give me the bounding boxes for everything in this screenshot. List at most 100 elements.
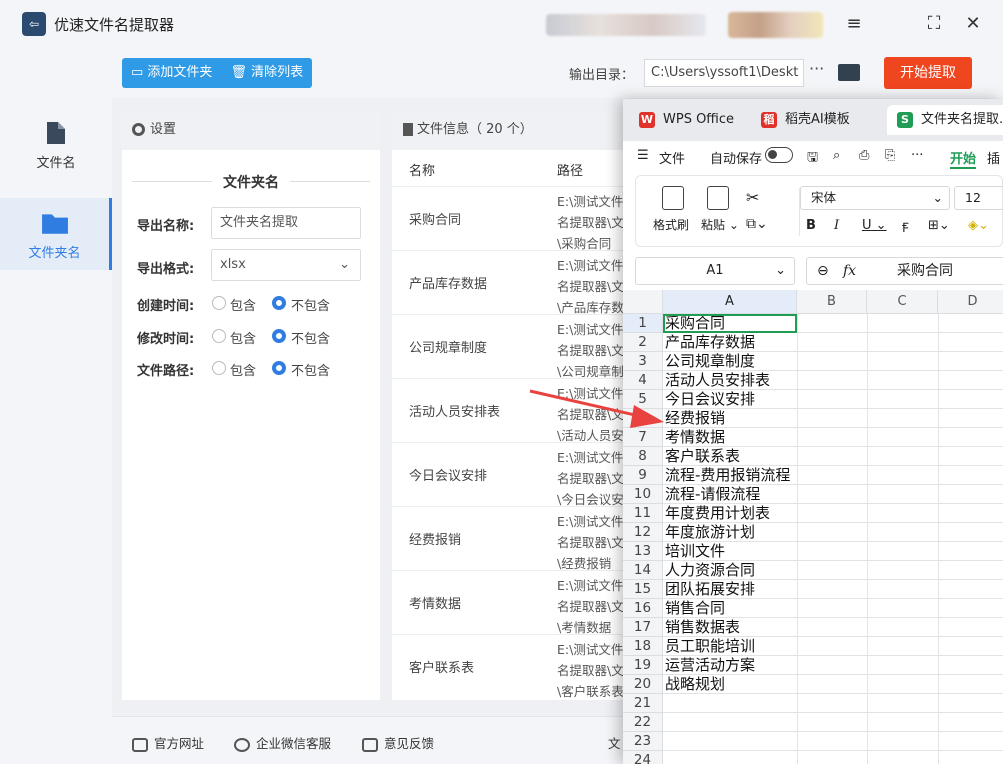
tab-docer-templates[interactable]: 稻 稻壳AI模板	[751, 105, 881, 135]
row-header[interactable]: 15	[623, 580, 663, 599]
row-header[interactable]: 1	[623, 314, 663, 333]
row-header[interactable]: 7	[623, 428, 663, 447]
menu-file[interactable]: 文件	[659, 148, 685, 167]
table-row[interactable]: 采购合同 E:\测试文件 名提取器\文 \采购合同	[392, 186, 632, 251]
export-format-select[interactable]: xlsx ⌄	[211, 249, 361, 281]
more-options-button[interactable]: ···	[809, 59, 824, 78]
row-header[interactable]: 21	[623, 694, 663, 713]
pin-icon[interactable]: ⌕	[833, 148, 840, 163]
menu-icon[interactable]: ≡	[840, 10, 868, 38]
row-header[interactable]: 20	[623, 675, 663, 694]
export-name-input[interactable]: 文件夹名提取	[211, 207, 361, 239]
spreadsheet-grid[interactable]: A B C D 1 采购合同 2 产品库存数据 3 公司规章制度 4 活动人员安排表 5 今日会议安排 6 经…	[623, 290, 1003, 764]
row-header[interactable]: 2	[623, 333, 663, 352]
cell-a5[interactable]: 今日会议安排	[663, 390, 797, 409]
cell-a7[interactable]: 考情数据	[663, 428, 797, 447]
fx-icon[interactable]: fx	[843, 258, 856, 284]
table-row[interactable]: 考情数据 E:\测试文件 名提取器\文 \考情数据	[392, 570, 632, 635]
clear-list-button[interactable]: 🗑 清除列表	[221, 58, 312, 88]
row-header[interactable]: 14	[623, 561, 663, 580]
row-header[interactable]: 11	[623, 504, 663, 523]
row-header[interactable]: 23	[623, 732, 663, 751]
close-icon[interactable]: ✕	[959, 10, 987, 38]
underline-button[interactable]: U ⌄	[862, 218, 887, 233]
row-header[interactable]: 16	[623, 599, 663, 618]
format-painter-button[interactable]: 格式刷	[653, 216, 689, 233]
modified-include-radio[interactable]	[212, 329, 226, 343]
row-header[interactable]: 10	[623, 485, 663, 504]
tab-insert[interactable]: 插	[987, 148, 1000, 167]
column-header-a[interactable]: A	[663, 290, 797, 314]
maximize-icon[interactable]: ⛶	[920, 10, 948, 38]
paste-icon[interactable]	[707, 186, 729, 210]
borders-icon[interactable]: ⊞⌄	[928, 218, 950, 233]
cell-a20[interactable]: 战略规划	[663, 675, 797, 694]
feedback-link[interactable]: 意见反馈	[362, 733, 434, 752]
cell-a8[interactable]: 客户联系表	[663, 447, 797, 466]
table-row[interactable]: 公司规章制度 E:\测试文件 名提取器\文 \公司规章制	[392, 314, 632, 379]
table-row[interactable]: 活动人员安排表 E:\测试文件 名提取器\文 \活动人员安	[392, 378, 632, 443]
cell-a17[interactable]: 销售数据表	[663, 618, 797, 637]
cell-a9[interactable]: 流程-费用报销流程	[663, 466, 797, 485]
cell-a11[interactable]: 年度费用计划表	[663, 504, 797, 523]
row-header[interactable]: 5	[623, 390, 663, 409]
cell-a19[interactable]: 运营活动方案	[663, 656, 797, 675]
column-header-c[interactable]: C	[867, 290, 938, 314]
output-dir-input[interactable]: C:\Users\yssoft1\Deskt	[644, 59, 804, 87]
save-icon[interactable]: 🖫	[807, 148, 818, 170]
blurred-user-avatar[interactable]	[728, 12, 823, 38]
paste-button[interactable]: 粘贴 ⌄	[701, 216, 739, 233]
cell-a13[interactable]: 培训文件	[663, 542, 797, 561]
zoom-icon[interactable]: ⊖	[817, 258, 829, 284]
cell-a18[interactable]: 员工职能培训	[663, 637, 797, 656]
more-menu-button[interactable]: ···	[911, 148, 923, 163]
cell-a10[interactable]: 流程-请假流程	[663, 485, 797, 504]
select-all-corner[interactable]	[623, 290, 663, 314]
column-header-b[interactable]: B	[797, 290, 867, 314]
font-name-select[interactable]: 宋体 ⌄	[800, 186, 950, 210]
table-row[interactable]: 客户联系表 E:\测试文件 名提取器\文 \客户联系表	[392, 634, 632, 699]
website-link[interactable]: 官方网址	[132, 733, 204, 752]
open-folder-icon[interactable]	[838, 64, 860, 81]
print-icon[interactable]: ⎙	[859, 148, 869, 163]
formula-bar[interactable]: ⊖ fx 采购合同	[806, 257, 1003, 285]
cell-a4[interactable]: 活动人员安排表	[663, 371, 797, 390]
row-header[interactable]: 19	[623, 656, 663, 675]
row-header[interactable]: 3	[623, 352, 663, 371]
created-exclude-radio[interactable]	[272, 296, 286, 310]
sidebar-item-filename[interactable]: 文件名	[0, 108, 112, 180]
row-header[interactable]: 22	[623, 713, 663, 732]
row-header[interactable]: 18	[623, 637, 663, 656]
cell-a14[interactable]: 人力资源合同	[663, 561, 797, 580]
fill-color-icon[interactable]: ◈⌄	[968, 218, 989, 233]
tab-home[interactable]: 开始	[950, 148, 977, 169]
format-painter-icon[interactable]	[662, 186, 684, 210]
row-header[interactable]: 6	[623, 409, 663, 428]
column-header-d[interactable]: D	[938, 290, 1003, 314]
add-folder-button[interactable]: ▭ 添加文件夹	[122, 58, 221, 88]
italic-button[interactable]: I	[834, 218, 839, 233]
wechat-service-link[interactable]: 企业微信客服	[234, 733, 331, 752]
cell-a2[interactable]: 产品库存数据	[663, 333, 797, 352]
table-row[interactable]: 经费报销 E:\测试文件 名提取器\文 \经费报销	[392, 506, 632, 571]
tab-wps-office[interactable]: W WPS Office	[629, 105, 747, 135]
created-include-radio[interactable]	[212, 296, 226, 310]
copy-icon[interactable]: ⧉⌄	[746, 216, 768, 232]
strikethrough-icon[interactable]: Ꞙ	[902, 218, 909, 236]
cell-a15[interactable]: 团队拓展安排	[663, 580, 797, 599]
row-header[interactable]: 9	[623, 466, 663, 485]
row-header[interactable]: 4	[623, 371, 663, 390]
modified-exclude-radio[interactable]	[272, 329, 286, 343]
cell-a16[interactable]: 销售合同	[663, 599, 797, 618]
row-header[interactable]: 17	[623, 618, 663, 637]
row-header[interactable]: 8	[623, 447, 663, 466]
hamburger-icon[interactable]: ☰	[637, 148, 649, 163]
row-header[interactable]: 13	[623, 542, 663, 561]
tab-spreadsheet-file[interactable]: S 文件夹名提取.x	[887, 105, 1003, 135]
table-row[interactable]: 产品库存数据 E:\测试文件 名提取器\文 \产品库存数	[392, 250, 632, 315]
cell-a6[interactable]: 经费报销	[663, 409, 797, 428]
cell-a3[interactable]: 公司规章制度	[663, 352, 797, 371]
cell-a12[interactable]: 年度旅游计划	[663, 523, 797, 542]
start-extract-button[interactable]: 开始提取	[884, 57, 972, 89]
font-size-select[interactable]: 12	[954, 186, 1003, 210]
